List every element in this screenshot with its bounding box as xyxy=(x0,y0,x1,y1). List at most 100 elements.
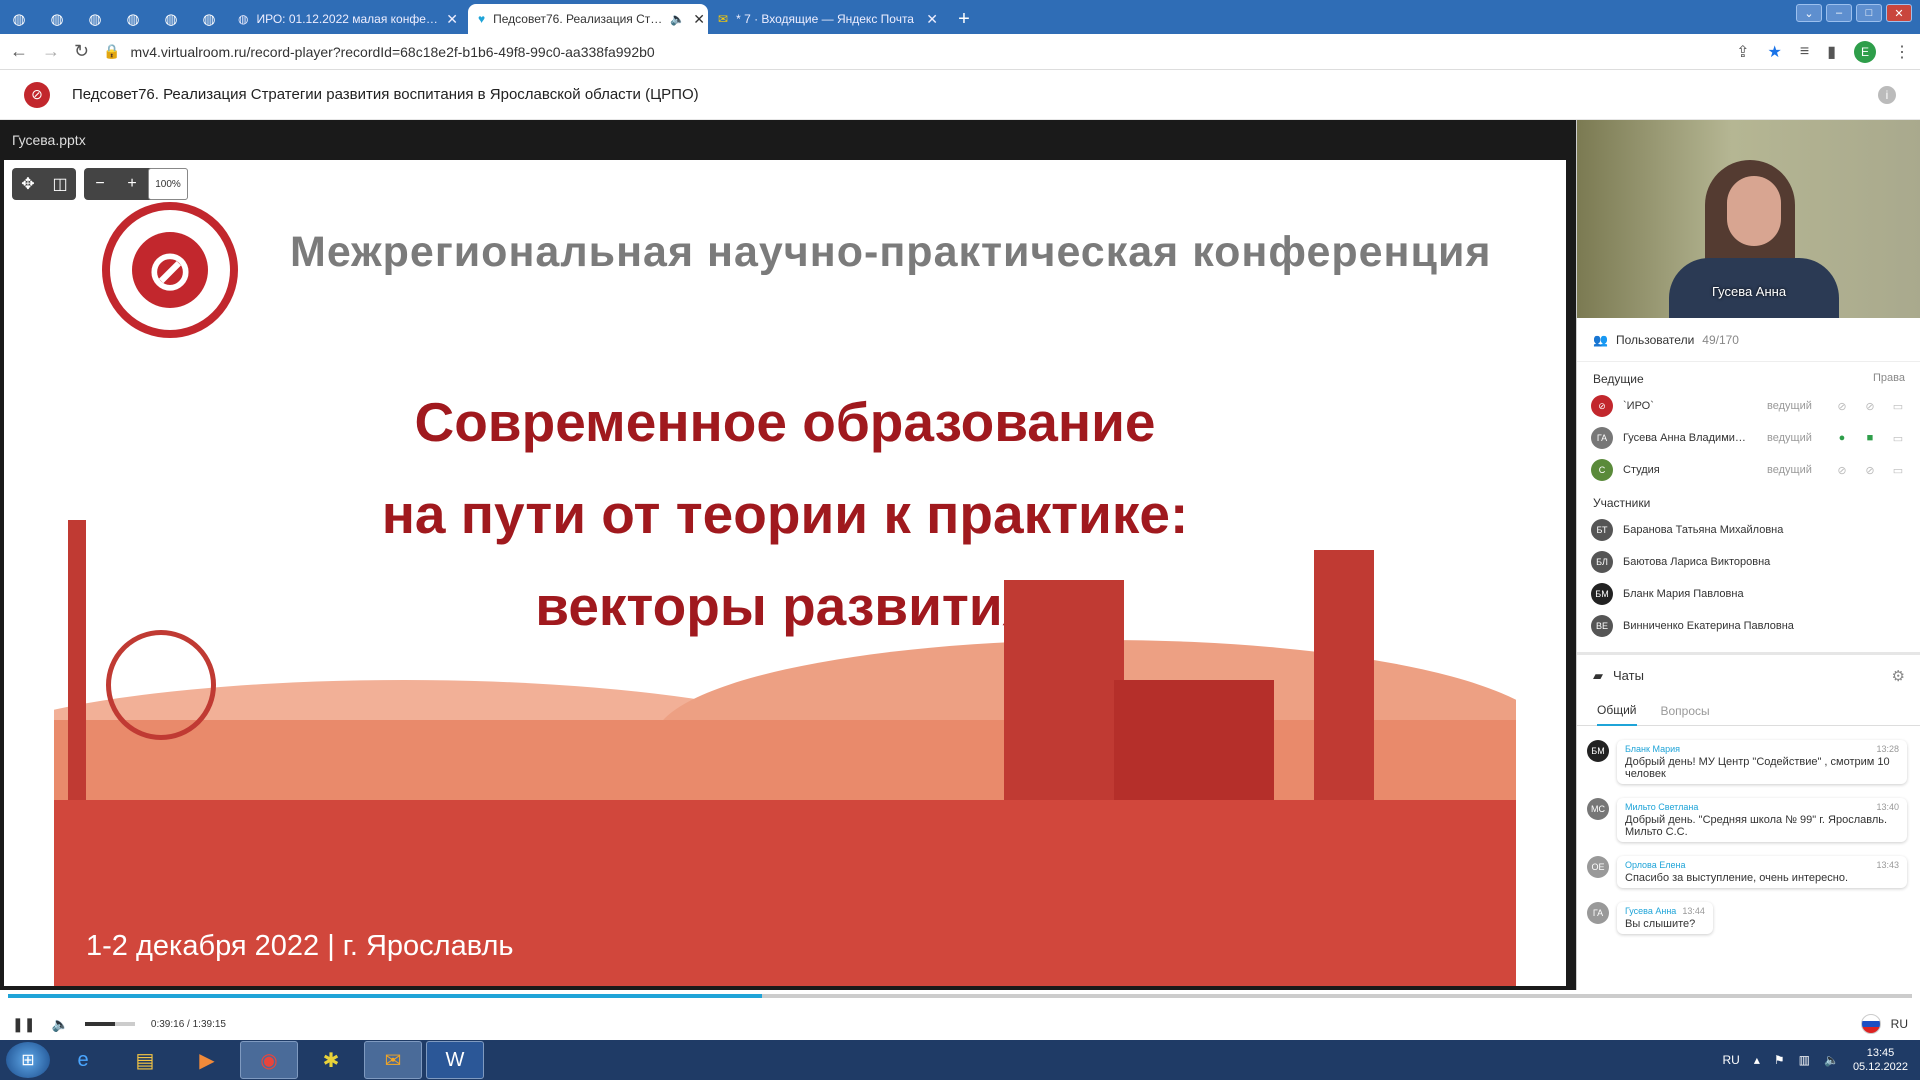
russian-flag-icon[interactable] xyxy=(1860,1014,1881,1034)
chat-message: ОЕ Орлова Елена 13:43 Спасибо за выступле… xyxy=(1587,856,1907,888)
gear-icon[interactable]: ⚙ xyxy=(1892,667,1905,685)
host-row[interactable]: С Студия ведущий ⊘ ⊘ ▭ xyxy=(1577,454,1920,486)
camera-off-icon[interactable]: ⊘ xyxy=(1861,464,1879,477)
users-count: 49/170 xyxy=(1702,332,1739,347)
pinned-tab[interactable]: ◍ xyxy=(76,4,114,34)
sidepanel-icon[interactable]: ▮ xyxy=(1827,42,1836,62)
browser-tab[interactable]: ◍ ИРО: 01.12.2022 малая конфе… ✕ xyxy=(228,4,468,34)
media-player-icon[interactable]: ▶ xyxy=(178,1041,236,1079)
pinned-tab[interactable]: ◍ xyxy=(190,4,228,34)
camera-on-icon[interactable]: ■ xyxy=(1861,432,1879,444)
users-icon: 👥 xyxy=(1593,332,1608,347)
info-icon[interactable]: i xyxy=(1878,85,1896,104)
mic-off-icon[interactable]: ⊘ xyxy=(1833,400,1851,413)
mic-on-icon[interactable]: ● xyxy=(1833,432,1851,444)
hosts-label: Ведущие xyxy=(1593,372,1644,386)
volume-slider[interactable] xyxy=(84,1022,135,1026)
pinned-tab[interactable]: ◍ xyxy=(0,4,38,34)
message-time: 13:28 xyxy=(1876,744,1899,754)
file-name: Гусева.pptx xyxy=(12,132,86,148)
close-tab-icon[interactable]: ✕ xyxy=(446,11,458,28)
seek-bar[interactable] xyxy=(0,990,1920,1008)
start-button[interactable]: ⊞ xyxy=(6,1042,50,1078)
message-author: Гусева Анна xyxy=(1625,906,1677,916)
participant-row[interactable]: БМ Бланк Мария Павловна xyxy=(1577,578,1920,610)
page-title: Педсовет76. Реализация Стратегии развити… xyxy=(72,86,699,103)
pause-icon[interactable]: ❚❚ xyxy=(12,1016,35,1033)
institute-emblem: ⊘ xyxy=(102,202,238,338)
camera-off-icon[interactable]: ⊘ xyxy=(1861,400,1879,413)
profile-avatar[interactable]: E xyxy=(1854,40,1876,63)
volume-icon[interactable]: 🔈 xyxy=(51,1016,68,1033)
game-icon[interactable]: ✱ xyxy=(302,1041,360,1079)
ie-icon[interactable]: e xyxy=(54,1041,112,1079)
browser-tab-active[interactable]: ♥ Педсовет76. Реализация Ст… 🔈 ✕ xyxy=(468,4,708,34)
pinned-tab[interactable]: ◍ xyxy=(152,4,190,34)
participant-row[interactable]: ВЕ Винниченко Екатерина Павловна xyxy=(1577,610,1920,642)
participant-row[interactable]: БЛ Баютова Лариса Викторовна xyxy=(1577,546,1920,578)
reload-icon[interactable]: ↻ xyxy=(74,41,89,62)
tab-general[interactable]: Общий xyxy=(1597,696,1637,726)
playlist-icon[interactable]: ≡ xyxy=(1800,43,1809,61)
zoom-in-button[interactable]: + xyxy=(116,175,148,193)
screen-share-icon[interactable]: ▭ xyxy=(1889,400,1907,413)
host-row[interactable]: ⊘ `ИРО` ведущий ⊘ ⊘ ▭ xyxy=(1577,390,1920,422)
tab-label: * 7 · Входящие — Яндекс Почта xyxy=(736,12,914,26)
screen-share-icon[interactable]: ▭ xyxy=(1889,464,1907,477)
chrome-icon[interactable]: ◉ xyxy=(240,1041,298,1079)
menu-dots-icon[interactable]: ⋮ xyxy=(1894,42,1910,62)
word-icon[interactable]: W xyxy=(426,1041,484,1079)
cathedral-silhouette xyxy=(1004,580,1124,800)
tray-language[interactable]: RU xyxy=(1723,1053,1740,1067)
rights-label: Права xyxy=(1873,372,1905,384)
pan-icon[interactable]: ✥ xyxy=(12,174,44,194)
zoom-out-button[interactable]: − xyxy=(84,175,116,193)
network-icon[interactable]: ▥ xyxy=(1799,1053,1810,1067)
language-label[interactable]: RU xyxy=(1891,1017,1908,1031)
user-name: Гусева Анна Владими… xyxy=(1623,432,1746,444)
chat-messages[interactable]: БМ Бланк Мария 13:28 Добрый день! МУ Цент… xyxy=(1577,734,1920,990)
avatar: ОЕ xyxy=(1587,856,1609,878)
avatar: ГА xyxy=(1587,902,1609,924)
close-tab-icon[interactable]: ✕ xyxy=(693,11,705,28)
participant-row[interactable]: БТ Баранова Татьяна Михайловна xyxy=(1577,514,1920,546)
iro-logo-icon: ⊘ xyxy=(24,81,50,108)
back-icon[interactable]: ← xyxy=(10,41,28,62)
tray-arrow-icon[interactable]: ▴ xyxy=(1754,1053,1760,1067)
users-header[interactable]: 👥 Пользователи 49/170 xyxy=(1577,318,1920,362)
pinned-tab[interactable]: ◍ xyxy=(38,4,76,34)
globe-icon: ◍ xyxy=(238,12,249,26)
flag-icon[interactable]: ⚑ xyxy=(1774,1053,1785,1067)
speaker-icon[interactable]: 🔈 xyxy=(670,12,685,26)
message-author: Мильто Светлана xyxy=(1625,802,1699,812)
pinned-tab[interactable]: ◍ xyxy=(114,4,152,34)
close-window-button[interactable]: ✕ xyxy=(1886,4,1912,22)
speaker-name: Гусева Анна xyxy=(1711,284,1787,299)
tab-search-icon[interactable]: ⌄ xyxy=(1796,4,1822,22)
site-icon: ♥ xyxy=(478,12,486,26)
chats-header[interactable]: ▰ Чаты ⚙ xyxy=(1577,652,1920,696)
tab-questions[interactable]: Вопросы xyxy=(1661,696,1710,726)
mic-off-icon[interactable]: ⊘ xyxy=(1833,464,1851,477)
system-clock[interactable]: 13:45 05.12.2022 xyxy=(1853,1046,1908,1074)
tab-label: Педсовет76. Реализация Ст… xyxy=(493,12,663,26)
volume-tray-icon[interactable]: 🔈 xyxy=(1824,1053,1839,1067)
browser-tab[interactable]: ✉ * 7 · Входящие — Яндекс Почта ✕ xyxy=(708,4,948,34)
host-row[interactable]: ГА Гусева Анна Владими… ведущий ● ■ ▭ xyxy=(1577,422,1920,454)
avatar: ВЕ xyxy=(1591,615,1613,637)
clock-time: 13:45 xyxy=(1866,1047,1895,1059)
forward-icon[interactable]: → xyxy=(42,41,60,62)
url-field[interactable]: 🔒 mv4.virtualroom.ru/record-player?recor… xyxy=(103,38,1722,66)
fit-width-icon[interactable]: ◫ xyxy=(44,174,76,194)
new-tab-button[interactable]: + xyxy=(948,4,980,34)
chat-message: МС Мильто Светлана 13:40 Добрый день. "Ср… xyxy=(1587,798,1907,842)
folder-icon[interactable]: ▤ xyxy=(116,1041,174,1079)
bookmark-star-icon[interactable]: ★ xyxy=(1768,42,1782,62)
participants-label: Участники xyxy=(1593,496,1651,510)
minimize-button[interactable]: – xyxy=(1826,4,1852,22)
share-icon[interactable]: ⇪ xyxy=(1736,42,1749,62)
maximize-button[interactable]: □ xyxy=(1856,4,1882,22)
screen-share-icon[interactable]: ▭ xyxy=(1889,432,1907,445)
outlook-icon[interactable]: ✉ xyxy=(364,1041,422,1079)
close-tab-icon[interactable]: ✕ xyxy=(926,11,938,28)
